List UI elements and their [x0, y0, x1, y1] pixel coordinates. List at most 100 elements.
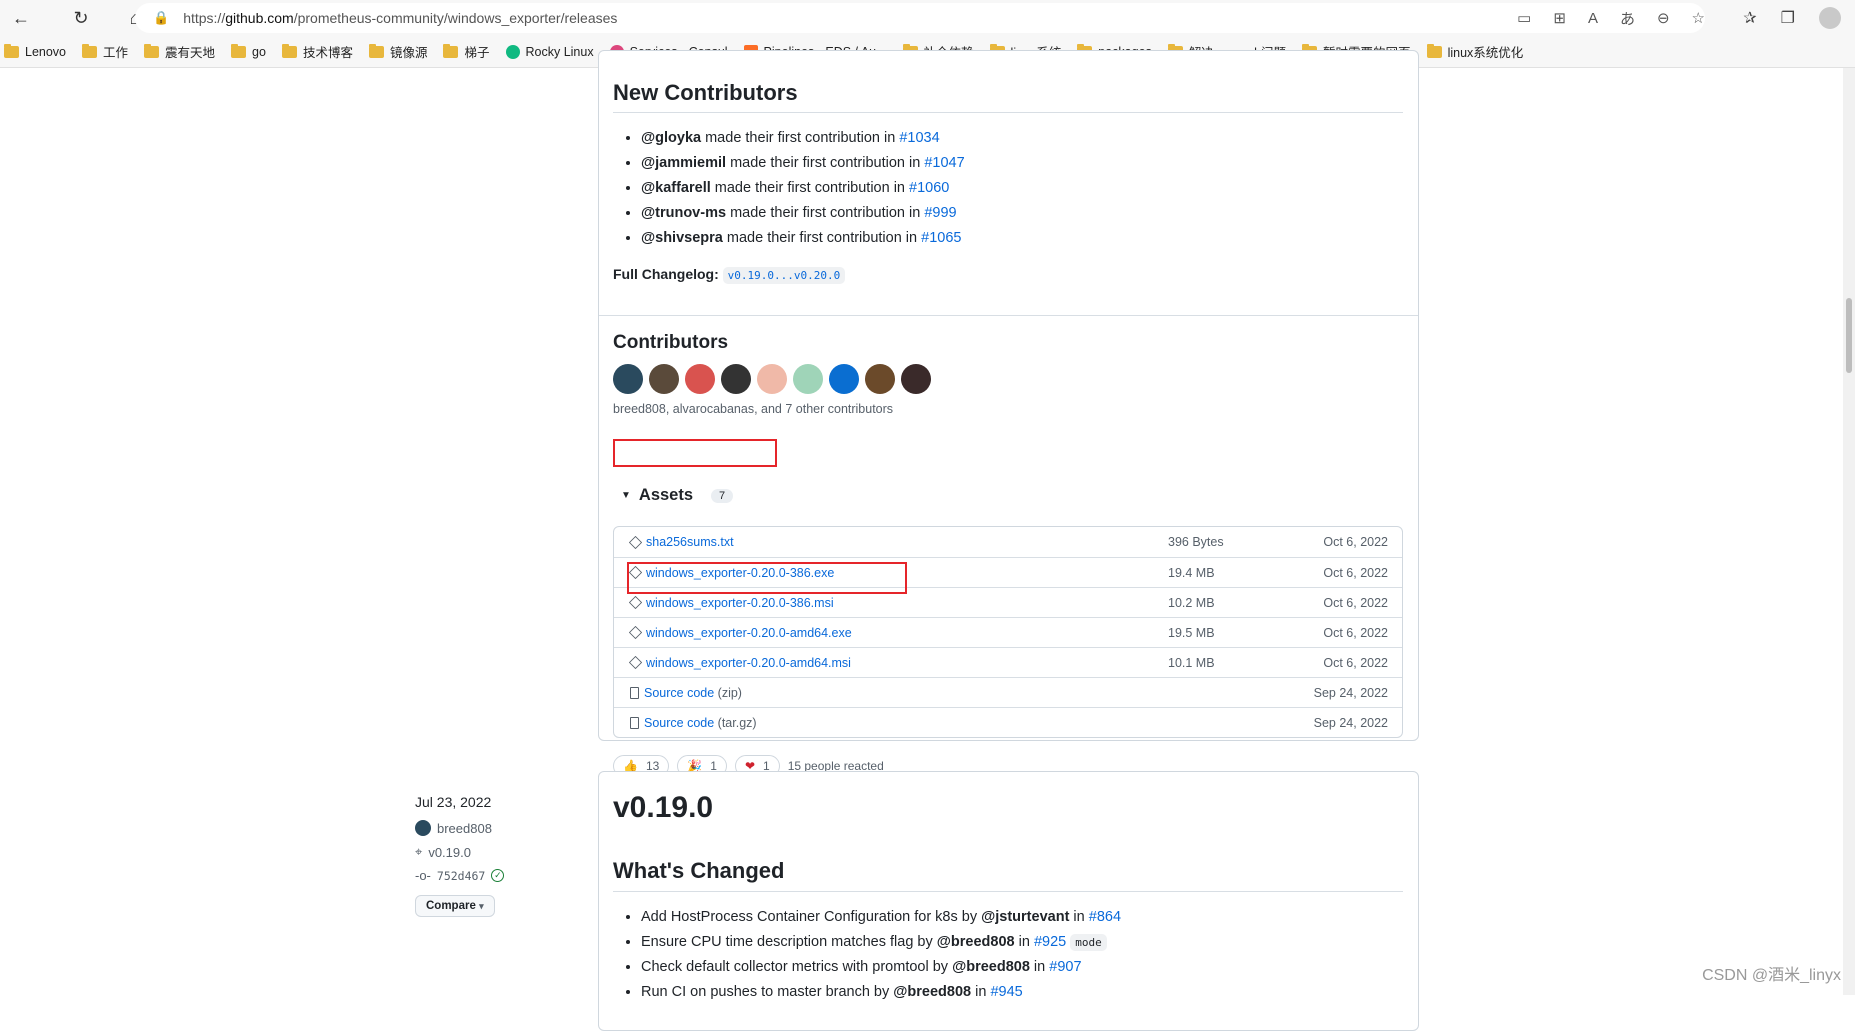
package-icon [629, 656, 642, 669]
full-changelog-label: Full Changelog: [613, 266, 719, 282]
list-item: Add HostProcess Container Configuration … [641, 905, 1121, 930]
url-prefix: https:// [183, 10, 225, 26]
contributors-avatars [613, 364, 931, 394]
commit-row[interactable]: -o-752d467✓ [415, 868, 504, 883]
contributor-avatar[interactable] [721, 364, 751, 394]
user-link[interactable]: @kaffarell [641, 180, 711, 196]
asset-size: 19.4 MB [1168, 566, 1215, 580]
contributor-avatar[interactable] [829, 364, 859, 394]
compare-button[interactable]: Compare ▾ [415, 895, 495, 917]
changelog-compare-link[interactable]: v0.19.0...v0.20.0 [723, 267, 846, 284]
contributor-avatar[interactable] [793, 364, 823, 394]
browser-toolbar: ← ↻ ⌂ 🔒 https://github.com/prometheus-co… [0, 0, 1855, 36]
asset-date: Oct 6, 2022 [1323, 535, 1388, 549]
list-item: @trunov-ms made their first contribution… [641, 201, 965, 226]
asset-date: Oct 6, 2022 [1323, 626, 1388, 640]
bookmark-folder[interactable]: 震有天地 [144, 42, 215, 61]
reload-icon[interactable]: ↻ [66, 3, 96, 33]
pr-link[interactable]: #864 [1089, 909, 1121, 925]
caret-down-icon: ▾ [479, 901, 484, 911]
contributor-avatar[interactable] [613, 364, 643, 394]
pr-link[interactable]: #925 [1034, 934, 1066, 950]
verified-check-icon: ✓ [491, 869, 504, 882]
apps-icon[interactable]: ⊞ [1553, 9, 1566, 27]
collections-icon[interactable]: ❐ [1781, 8, 1795, 28]
author-row[interactable]: breed808 [415, 820, 504, 836]
folder-icon [231, 46, 246, 58]
pr-link[interactable]: #1065 [921, 230, 961, 246]
zoom-icon[interactable]: ⊖ [1657, 9, 1670, 27]
contributor-avatar[interactable] [865, 364, 895, 394]
red-highlight-box [613, 439, 777, 467]
asset-link[interactable]: Source code (tar.gz) [644, 716, 757, 730]
read-aloud-icon[interactable]: A [1588, 10, 1598, 27]
user-link[interactable]: @shivsepra [641, 230, 723, 246]
bookmark-folder[interactable]: 镜像源 [369, 42, 428, 61]
asset-row: windows_exporter-0.20.0-amd64.msi 10.1 M… [614, 647, 1402, 677]
asset-row: Source code (tar.gz) Sep 24, 2022 [614, 707, 1402, 737]
pr-link[interactable]: #1034 [899, 130, 939, 146]
section-divider [599, 315, 1418, 316]
lock-icon: 🔒 [153, 10, 169, 26]
release-card-v0-19-0: v0.19.0 What's Changed Add HostProcess C… [598, 771, 1419, 1031]
contributor-avatar[interactable] [757, 364, 787, 394]
asset-link[interactable]: sha256sums.txt [646, 535, 734, 549]
folder-icon [443, 46, 458, 58]
user-link[interactable]: @jammiemil [641, 155, 726, 171]
list-item: Ensure CPU time description matches flag… [641, 930, 1121, 955]
contributors-caption: breed808, alvarocabanas, and 7 other con… [613, 402, 893, 416]
divider [613, 112, 1403, 113]
user-link[interactable]: @breed808 [952, 959, 1030, 975]
back-arrow-icon[interactable]: ← [6, 3, 36, 33]
red-highlight-box [627, 562, 907, 594]
asset-link[interactable]: windows_exporter-0.20.0-amd64.msi [646, 656, 851, 670]
bookmark-folder[interactable]: 梯子 [443, 42, 489, 61]
asset-link[interactable]: windows_exporter-0.20.0-386.msi [646, 596, 834, 610]
pr-link[interactable]: #999 [924, 205, 956, 221]
pr-link[interactable]: #907 [1049, 959, 1081, 975]
favorites-icon[interactable]: ✰ [1743, 8, 1756, 28]
contributor-avatar[interactable] [649, 364, 679, 394]
commit-icon: -o- [415, 868, 431, 883]
assets-list: sha256sums.txt 396 Bytes Oct 6, 2022 win… [613, 526, 1403, 738]
asset-link[interactable]: windows_exporter-0.20.0-amd64.exe [646, 626, 852, 640]
pr-link[interactable]: #1060 [909, 180, 949, 196]
release-title[interactable]: v0.19.0 [613, 791, 713, 825]
scrollbar-thumb[interactable] [1846, 298, 1852, 373]
bookmark-folder[interactable]: Lenovo [4, 45, 66, 59]
asset-date: Sep 24, 2022 [1314, 716, 1388, 730]
bookmark-folder[interactable]: 技术博客 [282, 42, 353, 61]
bookmark-folder[interactable]: linux系统优化 [1427, 42, 1524, 61]
folder-icon [282, 46, 297, 58]
contributor-avatar[interactable] [901, 364, 931, 394]
folder-icon [4, 46, 19, 58]
pr-link[interactable]: #945 [990, 984, 1022, 1000]
vertical-scrollbar[interactable] [1843, 68, 1855, 995]
watermark-text: CSDN @酒米_linyx [1702, 961, 1841, 985]
tag-row[interactable]: ⌖v0.19.0 [415, 844, 504, 860]
user-link[interactable]: @gloyka [641, 130, 701, 146]
address-bar[interactable]: 🔒 https://github.com/prometheus-communit… [135, 3, 1705, 33]
device-icon[interactable]: ▭ [1517, 9, 1531, 27]
add-favorite-icon[interactable]: ☆ [1692, 9, 1705, 27]
user-link[interactable]: @jsturtevant [981, 909, 1069, 925]
translate-icon[interactable]: あ [1620, 8, 1635, 29]
bookmark-folder[interactable]: go [231, 45, 266, 59]
assets-toggle[interactable]: ▼ Assets 7 [621, 486, 733, 505]
asset-size: 19.5 MB [1168, 626, 1215, 640]
asset-link[interactable]: Source code (zip) [644, 686, 742, 700]
asset-row: sha256sums.txt 396 Bytes Oct 6, 2022 [614, 527, 1402, 557]
asset-date: Oct 6, 2022 [1323, 596, 1388, 610]
contributor-avatar[interactable] [685, 364, 715, 394]
inline-code: mode [1070, 934, 1107, 951]
folder-icon [1427, 46, 1442, 58]
list-item: Run CI on pushes to master branch by @br… [641, 980, 1121, 1005]
release-card-v0-20-0: New Contributors @gloyka made their firs… [598, 50, 1419, 741]
bookmark-folder[interactable]: 工作 [82, 42, 128, 61]
user-link[interactable]: @trunov-ms [641, 205, 726, 221]
user-link[interactable]: @breed808 [893, 984, 971, 1000]
pr-link[interactable]: #1047 [924, 155, 964, 171]
user-link[interactable]: @breed808 [937, 934, 1015, 950]
profile-avatar[interactable] [1819, 7, 1841, 29]
bookmark-link[interactable]: Rocky Linux [506, 45, 594, 59]
